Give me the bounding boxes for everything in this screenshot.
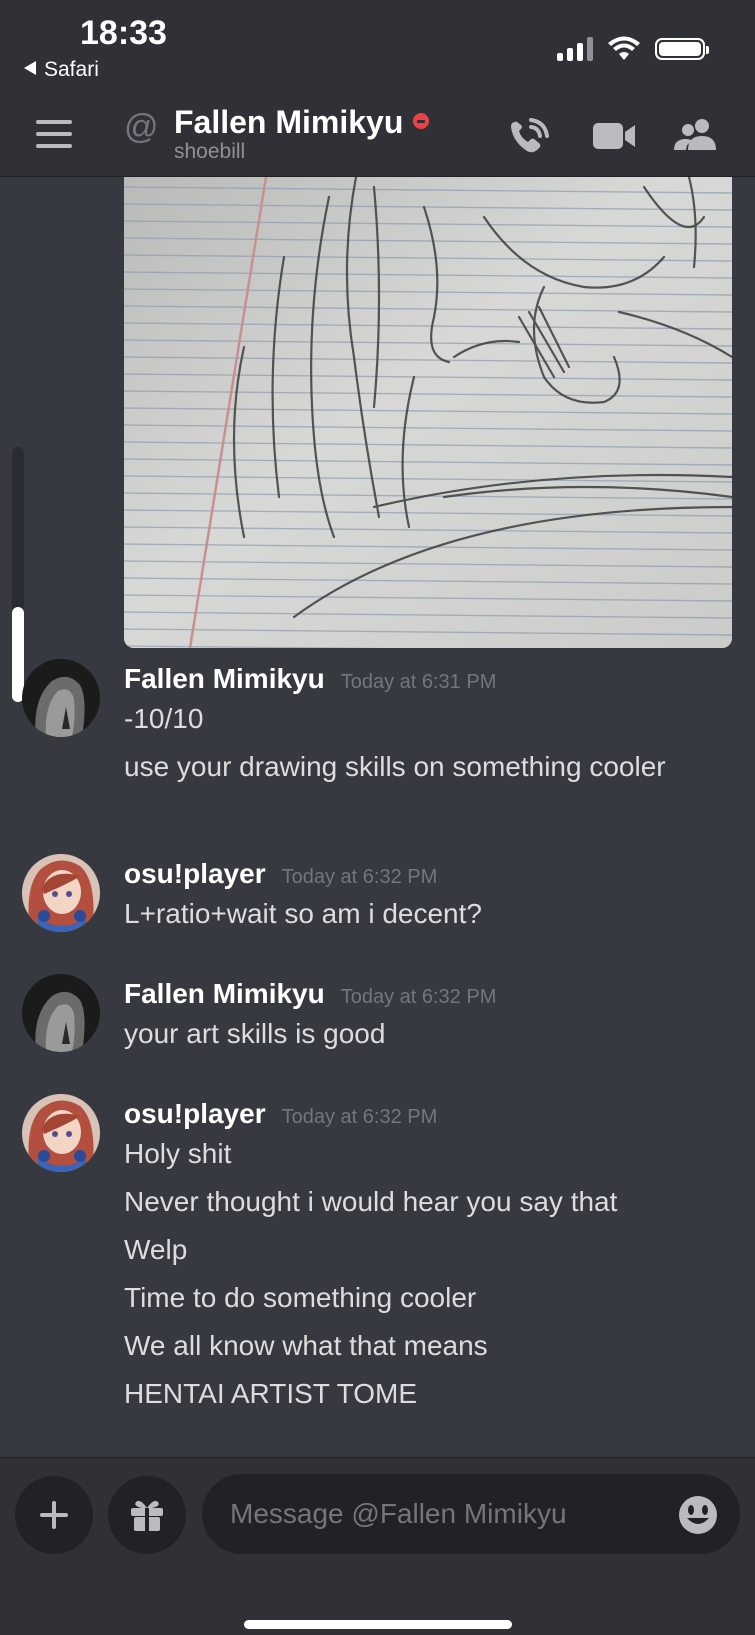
status-time: 18:33 — [80, 14, 167, 52]
cellular-signal-icon — [557, 37, 593, 61]
voice-call-icon — [511, 118, 549, 153]
avatar[interactable] — [22, 659, 100, 737]
message-group: Fallen Mimikyu Today at 6:31 PM -10/10 us… — [0, 659, 755, 809]
message-text: We all know what that means — [124, 1330, 488, 1361]
message-author[interactable]: osu!player Today at 6:32 PM — [124, 858, 437, 890]
status-icons — [557, 36, 709, 62]
plus-icon — [40, 1501, 68, 1529]
message-author[interactable]: Fallen Mimikyu Today at 6:32 PM — [124, 978, 496, 1010]
back-arrow-icon — [24, 61, 36, 76]
message-text: Never thought i would hear you say that — [124, 1186, 618, 1217]
emoji-icon — [679, 1496, 717, 1534]
battery-icon — [655, 38, 709, 60]
message-text: -10/10 — [124, 703, 204, 734]
image-attachment[interactable] — [124, 177, 732, 648]
message-author[interactable]: osu!player Today at 6:32 PM — [124, 1098, 437, 1130]
message-timestamp: Today at 6:32 PM — [281, 866, 438, 888]
message-text: HENTAI ARTIST TOME — [124, 1378, 418, 1409]
gift-button[interactable] — [108, 1476, 186, 1554]
message-group: Fallen Mimikyu Today at 6:32 PM your art … — [0, 974, 755, 1064]
message-group: osu!player Today at 6:32 PM L+ratio+wait … — [0, 854, 755, 944]
message-timestamp: Today at 6:32 PM — [340, 986, 497, 1008]
author-name[interactable]: Fallen Mimikyu — [124, 663, 325, 694]
menu-icon[interactable] — [36, 120, 72, 148]
home-indicator[interactable] — [244, 1620, 512, 1629]
avatar[interactable] — [22, 1094, 100, 1172]
dm-header: @ Fallen Mimikyu shoebill — [0, 100, 755, 177]
message-author[interactable]: Fallen Mimikyu Today at 6:31 PM — [124, 663, 496, 695]
message-text: Welp — [124, 1234, 188, 1265]
members-button[interactable] — [672, 114, 720, 158]
author-name[interactable]: osu!player — [124, 858, 266, 889]
message-group: osu!player Today at 6:32 PM Holy shit Nev… — [0, 1094, 755, 1409]
sketch-image — [124, 177, 732, 648]
author-name[interactable]: Fallen Mimikyu — [124, 978, 325, 1009]
message-text: Time to do something cooler — [124, 1282, 477, 1313]
message-text: your art skills is good — [124, 1018, 386, 1049]
message-timestamp: Today at 6:31 PM — [340, 671, 497, 693]
back-app-label: Safari — [44, 58, 99, 81]
dm-title[interactable]: Fallen Mimikyu — [174, 104, 430, 141]
wifi-icon — [608, 36, 640, 60]
avatar[interactable] — [22, 854, 100, 932]
message-input[interactable] — [202, 1474, 740, 1554]
dm-recipient-name: Fallen Mimikyu — [174, 104, 404, 140]
message-text: L+ratio+wait so am i decent? — [124, 898, 482, 929]
members-icon — [674, 119, 716, 150]
video-call-icon — [593, 123, 635, 149]
author-name[interactable]: osu!player — [124, 1098, 266, 1129]
dnd-status-icon — [413, 113, 430, 129]
voice-call-button[interactable] — [505, 114, 553, 158]
emoji-button[interactable] — [677, 1494, 719, 1536]
back-to-safari-link[interactable]: Safari — [24, 58, 99, 82]
message-list[interactable]: Fallen Mimikyu Today at 6:31 PM -10/10 us… — [0, 177, 755, 1457]
add-attachment-button[interactable] — [15, 1476, 93, 1554]
message-composer — [0, 1457, 755, 1635]
video-call-button[interactable] — [590, 114, 638, 158]
message-text: Holy shit — [124, 1138, 232, 1169]
message-text: use your drawing skills on something coo… — [124, 751, 666, 782]
status-bar: 18:33 Safari — [0, 0, 755, 100]
message-timestamp: Today at 6:32 PM — [281, 1106, 438, 1128]
at-icon: @ — [124, 108, 159, 146]
gift-icon — [131, 1500, 163, 1531]
avatar[interactable] — [22, 974, 100, 1052]
dm-subtitle: shoebill — [174, 140, 246, 163]
